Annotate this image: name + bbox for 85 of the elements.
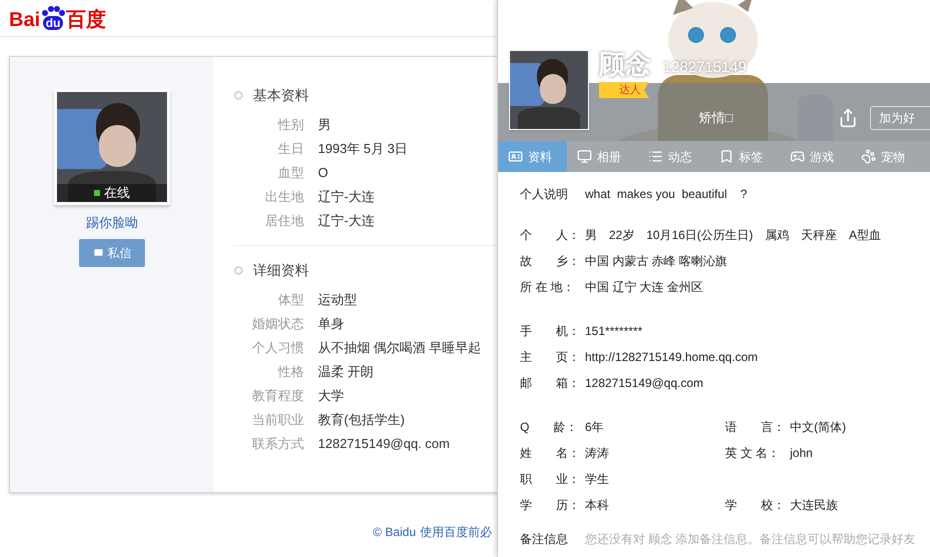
field-label: 性格 [276, 363, 304, 382]
field-label: 教育程度 [251, 387, 304, 406]
field-label: 职 业： [520, 471, 581, 488]
feed-icon [648, 149, 663, 164]
intro-text: what makes you beautiful ? [585, 186, 748, 203]
field-value: 从不抽烟 偶尔喝酒 早睡早起 [318, 339, 482, 358]
album-icon [577, 149, 592, 164]
profile-tab[interactable]: 相册 [567, 141, 638, 172]
field-value: 1282715149@qq. com [318, 435, 450, 454]
field-label: 所 在 地： [520, 279, 576, 296]
message-button[interactable]: 私信 [79, 238, 145, 266]
user-name-link[interactable]: 踢你脸呦 [86, 213, 138, 232]
section-title: 详细资料 [253, 260, 309, 280]
expert-badge: 达人 [599, 82, 649, 98]
field-label: 体型 [277, 291, 304, 310]
field-value: 本科 [585, 497, 610, 514]
field-label: 居住地 [264, 212, 304, 230]
field-value: john [790, 445, 813, 462]
field-label: 联系方式 [251, 435, 304, 454]
field-value: 单身 [318, 315, 344, 334]
status-text: 在线 [104, 184, 130, 202]
field-label: 个人习惯 [251, 339, 304, 358]
field-label: Q 龄： [520, 419, 578, 436]
field-label: 英 文 名： [725, 445, 781, 462]
nickname: 顾念 [599, 50, 651, 78]
remark-text: 您还没有对 顾念 添加备注信息。备注信息可以帮助您记录好友 [585, 531, 916, 548]
field-label: 个 人： [520, 227, 581, 244]
pet-icon [861, 149, 876, 164]
field-label: 主 页： [520, 349, 581, 366]
share-icon[interactable] [838, 108, 858, 128]
section-bullet-icon [234, 90, 243, 100]
profile-tab[interactable]: 动态 [638, 141, 709, 172]
terms-link[interactable]: 使用百度前必 [420, 523, 492, 541]
field-value: 教育(包括学生) [318, 411, 405, 430]
field-value: 1282715149@qq.com [585, 375, 704, 392]
field-label: 性别 [276, 116, 304, 134]
field-value: 151******** [585, 323, 644, 340]
field-value: 男 [318, 116, 331, 134]
field-label: 当前职业 [251, 411, 304, 430]
profile-tab[interactable]: 标签 [709, 141, 780, 172]
field-value: 中文(简体) [790, 419, 846, 436]
field-label: 婚姻状态 [251, 315, 304, 334]
field-value: 大学 [318, 387, 344, 406]
field-value: 6年 [585, 419, 605, 436]
section-title: 基本资料 [253, 86, 309, 104]
field-label: 个人说明 [520, 186, 569, 203]
tag-icon [719, 149, 734, 164]
baidu-logo[interactable]: Bai du 百度 [9, 6, 106, 30]
field-value: O [318, 164, 328, 182]
field-label: 生日 [277, 140, 304, 158]
field-value: 涛涛 [585, 445, 610, 462]
card-icon [508, 149, 523, 164]
add-friend-button[interactable]: 加为好 [870, 106, 930, 130]
field-label: 备注信息 [520, 531, 569, 548]
signature-text: 矫情□ [699, 109, 733, 128]
field-value: 辽宁-大连 [318, 212, 374, 230]
field-label: 血型 [277, 164, 304, 182]
profile-tab[interactable]: 游戏 [780, 141, 851, 172]
field-label: 姓 名： [520, 445, 581, 462]
field-label: 故 乡： [520, 253, 581, 270]
game-icon [790, 149, 805, 164]
field-value: 温柔 开朗 [318, 363, 374, 382]
field-value: http://1282715149.home.qq.com [585, 349, 758, 366]
field-value: 辽宁-大连 [318, 188, 374, 206]
field-label: 出生地 [264, 188, 304, 206]
paw-icon [41, 6, 66, 16]
field-value: 中国 辽宁 大连 金州区 [585, 279, 704, 296]
field-value: 学生 [585, 471, 610, 488]
profile-tab[interactable]: 资料 [498, 141, 567, 172]
copyright-text: © Baidu [373, 524, 416, 541]
field-label: 语 言： [725, 419, 786, 436]
logo-paw-text: du [42, 16, 64, 30]
field-value: 运动型 [318, 291, 357, 310]
field-label: 邮 箱： [520, 375, 581, 392]
field-value: 大连民族 [790, 497, 838, 514]
logo-text: 百度 [66, 10, 106, 30]
field-label: 学 历： [520, 497, 581, 514]
field-value: 1993年 5月 3日 [318, 140, 408, 158]
profile-tab[interactable]: 宠物 [851, 141, 922, 172]
section-bullet-icon [234, 266, 243, 274]
field-label: 学 校： [725, 497, 786, 514]
field-label: 手 机： [520, 323, 581, 340]
field-value: 男 22岁 10月16日(公历生日) 属鸡 天秤座 A型血 [585, 227, 882, 244]
logo-text: Bai [9, 10, 40, 30]
field-value: 中国 内蒙古 赤峰 喀喇沁旗 [585, 253, 728, 270]
